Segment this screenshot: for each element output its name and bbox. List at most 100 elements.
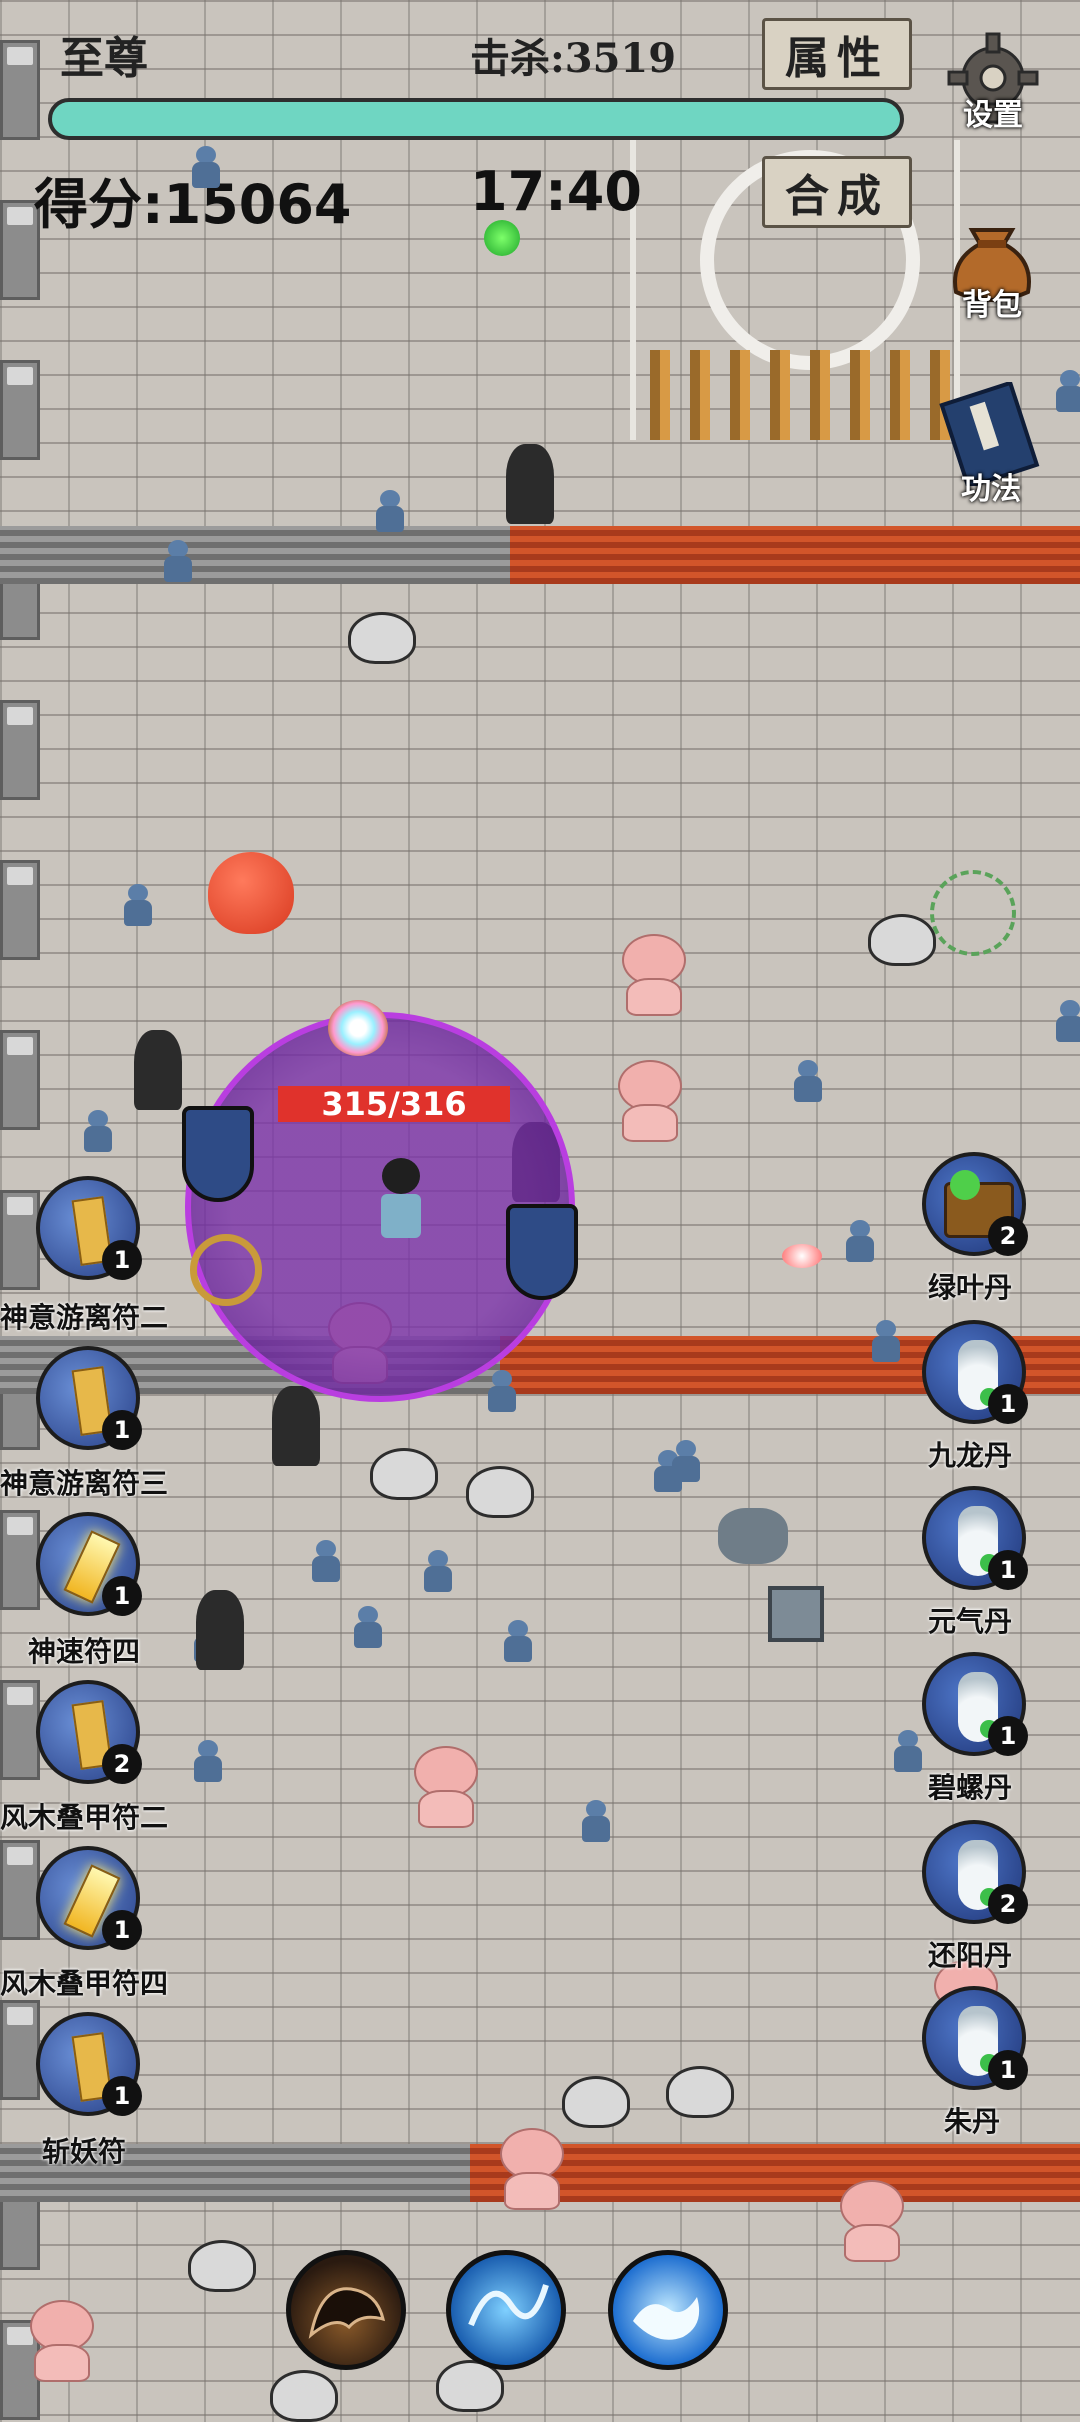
spider-enemy bbox=[370, 1448, 438, 1500]
weapon-rack bbox=[650, 350, 950, 440]
talisman-slot[interactable]: 1 bbox=[36, 1846, 142, 1950]
talisman-label: 神意游离符三 bbox=[0, 1467, 169, 1500]
count-badge: 1 bbox=[988, 1716, 1028, 1756]
talisman-slot[interactable]: 1 bbox=[36, 1346, 142, 1450]
talisman-slot[interactable]: 1 bbox=[36, 2012, 142, 2116]
spider-enemy bbox=[466, 1466, 534, 1518]
pill-label: 还阳丹 bbox=[928, 1939, 1013, 1972]
wall-pillar bbox=[0, 360, 40, 460]
beast-icon bbox=[308, 2287, 386, 2339]
reaper-enemy bbox=[196, 1590, 244, 1670]
kill-counter: 击杀:3519 bbox=[470, 35, 677, 82]
reaper-enemy bbox=[506, 444, 554, 524]
imp-enemy bbox=[868, 1320, 904, 1364]
imp-enemy bbox=[372, 490, 408, 534]
count-badge: 2 bbox=[102, 1744, 142, 1784]
golden-ring bbox=[190, 1234, 262, 1306]
poison-cloud bbox=[930, 870, 1016, 956]
imp-enemy bbox=[80, 1110, 116, 1154]
pig-demon-enemy bbox=[490, 2128, 570, 2210]
wall-pillar bbox=[0, 2000, 40, 2100]
talisman-label: 神速符四 bbox=[28, 1635, 141, 1668]
exp-orb bbox=[484, 220, 520, 256]
pig-demon-enemy bbox=[20, 2300, 100, 2382]
wave-icon bbox=[633, 2297, 700, 2340]
imp-enemy bbox=[308, 1540, 344, 1584]
imp-enemy bbox=[420, 1550, 456, 1594]
left-wall bbox=[0, 0, 42, 2420]
count-badge: 1 bbox=[988, 1384, 1028, 1424]
pill-slot[interactable]: 2 bbox=[922, 1820, 1028, 1924]
reaper-enemy bbox=[272, 1386, 320, 1466]
rock-golem-enemy bbox=[718, 1508, 788, 1564]
count-badge: 1 bbox=[102, 1576, 142, 1616]
count-badge: 1 bbox=[102, 1240, 142, 1280]
spider-enemy bbox=[188, 2240, 256, 2292]
talisman-label: 风木叠甲符二 bbox=[0, 1801, 169, 1834]
imp-enemy bbox=[668, 1440, 704, 1484]
imp-enemy bbox=[790, 1060, 826, 1104]
pill-label: 元气丹 bbox=[928, 1605, 1013, 1638]
shadow-beast-ability[interactable] bbox=[286, 2250, 406, 2370]
wall-pillar bbox=[0, 1680, 40, 1780]
pig-demon-enemy bbox=[612, 934, 692, 1016]
spider-enemy bbox=[562, 2076, 630, 2128]
count-badge: 2 bbox=[988, 1216, 1028, 1256]
stone-ledge bbox=[0, 526, 510, 584]
backpack-button[interactable]: 背包 bbox=[936, 210, 1048, 324]
spider-enemy bbox=[270, 2370, 338, 2422]
count-badge: 1 bbox=[988, 2050, 1028, 2090]
shield-icon bbox=[506, 1204, 578, 1300]
skills-label: 功法 bbox=[961, 472, 1021, 507]
health-bar bbox=[48, 98, 904, 140]
rank-title: 至尊 bbox=[60, 33, 148, 84]
pill-slot[interactable]: 1 bbox=[922, 1986, 1028, 2090]
backpack-label: 背包 bbox=[962, 288, 1022, 323]
wave-ability[interactable] bbox=[608, 2250, 728, 2370]
green-pearl-icon bbox=[950, 1170, 980, 1200]
imp-enemy bbox=[578, 1800, 614, 1844]
wall-pillar bbox=[0, 860, 40, 960]
imp-enemy bbox=[160, 540, 196, 584]
skills-book-button[interactable]: 功法 bbox=[932, 382, 1050, 508]
count-badge: 1 bbox=[988, 1550, 1028, 1590]
imp-enemy bbox=[188, 146, 224, 190]
player-hp-label: 315/316 bbox=[278, 1085, 510, 1123]
spirit-orb bbox=[328, 1000, 388, 1056]
settings-button[interactable]: 设置 bbox=[938, 30, 1048, 134]
wall-pillar bbox=[0, 1190, 40, 1290]
attributes-button[interactable]: 属性 bbox=[762, 18, 912, 90]
count-badge: 1 bbox=[102, 2076, 142, 2116]
red-slime-enemy bbox=[208, 852, 294, 934]
imp-enemy bbox=[484, 1370, 520, 1414]
settings-label: 设置 bbox=[963, 98, 1023, 133]
pill-slot[interactable]: 2 bbox=[922, 1152, 1028, 1256]
count-badge: 1 bbox=[102, 1910, 142, 1950]
talisman-slot[interactable]: 1 bbox=[36, 1176, 142, 1280]
pill-slot[interactable]: 1 bbox=[922, 1652, 1028, 1756]
player-character bbox=[378, 1158, 424, 1240]
imp-enemy bbox=[350, 1606, 386, 1650]
spider-enemy bbox=[868, 914, 936, 966]
imp-enemy bbox=[500, 1620, 536, 1664]
wall-pillar bbox=[0, 1510, 40, 1610]
talisman-slot[interactable]: 2 bbox=[36, 1680, 142, 1784]
spider-enemy bbox=[666, 2066, 734, 2118]
talisman-slot[interactable]: 1 bbox=[36, 1512, 142, 1616]
talisman-label: 风木叠甲符四 bbox=[0, 1967, 169, 2000]
red-carpet bbox=[510, 526, 1080, 584]
water-whip-ability[interactable] bbox=[446, 2250, 566, 2370]
pig-demon-enemy bbox=[830, 2180, 910, 2262]
imp-enemy bbox=[190, 1740, 226, 1784]
fire-projectile bbox=[782, 1244, 822, 1268]
rune-chest bbox=[768, 1586, 824, 1642]
imp-enemy bbox=[1052, 370, 1080, 414]
talisman-label: 神意游离符二 bbox=[0, 1301, 169, 1334]
wall-pillar bbox=[0, 1840, 40, 1940]
pill-slot[interactable]: 1 bbox=[922, 1486, 1028, 1590]
talisman-label: 斩妖符 bbox=[42, 2135, 127, 2168]
shield-icon bbox=[182, 1106, 254, 1202]
pill-slot[interactable]: 1 bbox=[922, 1320, 1028, 1424]
synthesis-button[interactable]: 合成 bbox=[762, 156, 912, 228]
reaper-enemy bbox=[134, 1030, 182, 1110]
